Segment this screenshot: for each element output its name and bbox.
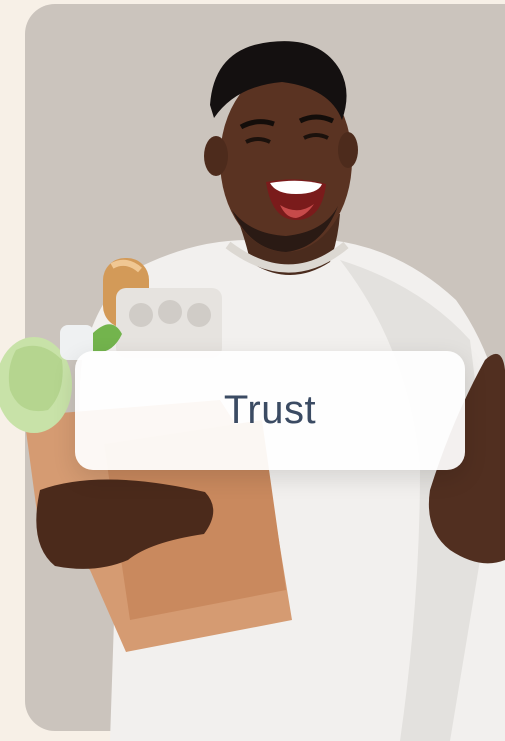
trust-badge: Trust <box>75 351 465 470</box>
egg-slot-2 <box>158 300 182 324</box>
hero-section: Trust <box>0 0 505 741</box>
trust-label: Trust <box>223 388 317 432</box>
egg-slot-1 <box>129 303 153 327</box>
egg-slot-3 <box>187 303 211 327</box>
left-ear <box>204 136 228 176</box>
right-ear <box>338 132 358 168</box>
lettuce-leaf <box>8 345 63 412</box>
